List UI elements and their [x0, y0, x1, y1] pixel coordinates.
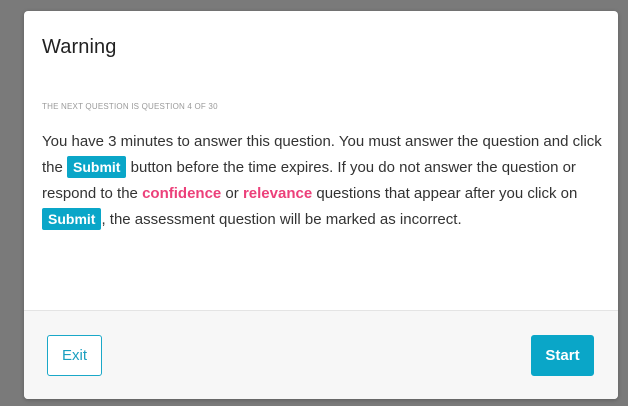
- warning-message: You have 3 minutes to answer this questi…: [42, 129, 607, 233]
- modal-backdrop: Warning THE NEXT QUESTION IS QUESTION 4 …: [0, 0, 628, 406]
- submit-chip: Submit: [42, 208, 102, 230]
- dialog-title: Warning: [42, 36, 117, 58]
- start-button[interactable]: Start: [531, 335, 594, 376]
- message-text: , the assessment question will be marked…: [101, 211, 462, 228]
- submit-chip: Submit: [67, 156, 127, 178]
- warning-dialog: Warning THE NEXT QUESTION IS QUESTION 4 …: [24, 11, 618, 399]
- message-text: or: [221, 185, 243, 202]
- exit-button[interactable]: Exit: [47, 335, 102, 376]
- dialog-body: Warning THE NEXT QUESTION IS QUESTION 4 …: [24, 11, 618, 310]
- confidence-highlight: confidence: [142, 185, 222, 202]
- message-text: questions that appear after you click on: [312, 185, 578, 202]
- relevance-highlight: relevance: [242, 185, 313, 202]
- dialog-footer: Exit Start: [24, 310, 618, 399]
- question-progress-text: THE NEXT QUESTION IS QUESTION 4 OF 30: [42, 102, 218, 111]
